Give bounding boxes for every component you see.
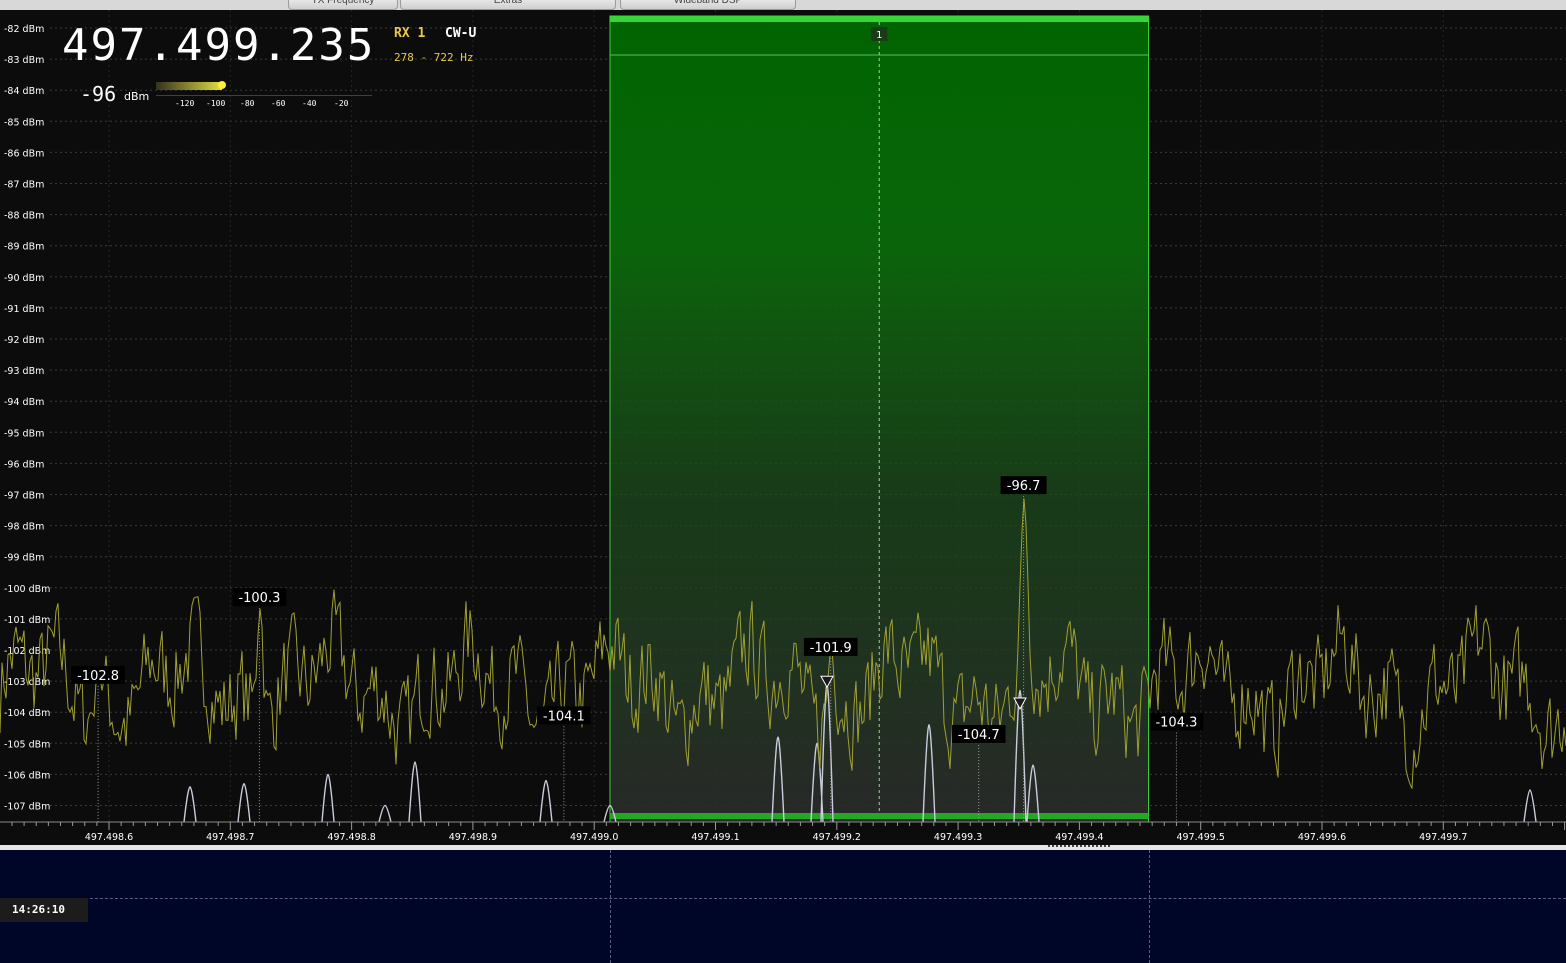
x-tick-label: 497.499.3: [934, 832, 982, 843]
receiver-label: RX 1: [394, 26, 426, 41]
x-tick-label: 497.498.6: [85, 832, 133, 843]
s-meter-tick: -60: [271, 99, 286, 108]
s-meter-indicator: [218, 81, 226, 89]
y-tick-label: -107 dBm: [4, 802, 50, 813]
s-meter-scale-line: [156, 95, 372, 96]
y-tick-label: -105 dBm: [4, 739, 50, 750]
s-meter-tick: -120: [175, 99, 195, 108]
waterfall-passband-left: [609, 850, 611, 963]
s-meter-tick: -80: [240, 99, 255, 108]
y-tick-label: -88 dBm: [4, 211, 44, 222]
x-tick-label: 497.498.7: [206, 832, 254, 843]
peak-label: -100.3: [238, 591, 280, 606]
x-tick-label: 497.499.7: [1419, 832, 1467, 843]
y-tick-label: -101 dBm: [4, 615, 50, 626]
tab-extras[interactable]: Extras: [400, 0, 616, 10]
x-tick-label: 497.498.8: [327, 832, 375, 843]
y-tick-label: -98 dBm: [4, 522, 44, 533]
signal-strength-unit: dBm: [124, 90, 150, 103]
y-tick-label: -86 dBm: [4, 148, 44, 159]
y-tick-label: -90 dBm: [4, 273, 44, 284]
y-tick-label: -84 dBm: [4, 86, 44, 97]
x-tick-label: 497.499.6: [1298, 832, 1346, 843]
y-tick-label: -92 dBm: [4, 335, 44, 346]
y-tick-label: -82 dBm: [4, 24, 44, 35]
y-tick-label: -97 dBm: [4, 491, 44, 502]
peak-label: -101.9: [810, 641, 852, 656]
y-tick-label: -100 dBm: [4, 584, 50, 595]
waterfall-display[interactable]: [0, 850, 1566, 963]
mode-label[interactable]: CW-U: [445, 26, 476, 41]
y-tick-label: -106 dBm: [4, 770, 50, 781]
passband-top-edge[interactable]: [609, 16, 1149, 22]
y-tick-label: -85 dBm: [4, 117, 44, 128]
peak-label: -104.3: [1155, 716, 1197, 731]
x-tick-label: 497.499.5: [1177, 832, 1225, 843]
x-tick-label: 497.499.0: [570, 832, 618, 843]
s-meter-tick: -20: [334, 99, 349, 108]
tab-tx-frequency[interactable]: TX Frequency: [288, 0, 398, 10]
passband-label: 1: [876, 30, 882, 41]
x-tick-label: 497.499.1: [691, 832, 739, 843]
y-tick-label: -91 dBm: [4, 304, 44, 315]
passband-bottom-edge: [609, 813, 1149, 819]
y-tick-label: -93 dBm: [4, 366, 44, 377]
waterfall-timestamp: 14:26:10: [0, 898, 88, 922]
y-tick-label: -87 dBm: [4, 180, 44, 191]
tab-wideband-dsp[interactable]: Wideband DSP: [620, 0, 796, 10]
top-tab-strip: TX Frequency Extras Wideband DSP: [0, 0, 1566, 10]
vfo-frequency[interactable]: 497.499.235: [62, 18, 375, 74]
waterfall-passband-right: [1148, 850, 1150, 963]
x-tick-label: 497.498.9: [449, 832, 497, 843]
spectrum-display[interactable]: 1 -82 dBm -83 dBm -84 dBm -85 dBm -86 dBm -87…: [0, 10, 1566, 845]
x-tick-label: 497.499.4: [1055, 832, 1103, 843]
signal-strength-value: -96: [80, 82, 117, 106]
waterfall-time-line: [0, 898, 1566, 899]
y-tick-label: -99 dBm: [4, 553, 44, 564]
peak-label: -96.7: [1007, 479, 1041, 494]
s-meter-tick: -100: [206, 99, 226, 108]
y-tick-label: -104 dBm: [4, 708, 50, 719]
y-tick-label: -94 dBm: [4, 397, 44, 408]
splitter-grip[interactable]: [1048, 845, 1110, 847]
peak-label: -102.8: [77, 669, 119, 684]
y-tick-label: -95 dBm: [4, 428, 44, 439]
s-meter-tick: -40: [302, 99, 317, 108]
peak-label: -104.1: [543, 709, 585, 724]
y-tick-label: -89 dBm: [4, 242, 44, 253]
peak-label: -104.7: [958, 728, 1000, 743]
y-tick-label: -83 dBm: [4, 55, 44, 66]
y-tick-label: -96 dBm: [4, 459, 44, 470]
x-tick-label: 497.499.2: [813, 832, 861, 843]
bandwidth-label: 278 - 722 Hz: [394, 51, 474, 64]
y-tick-label: -102 dBm: [4, 646, 50, 657]
s-meter-bar: [156, 82, 222, 90]
